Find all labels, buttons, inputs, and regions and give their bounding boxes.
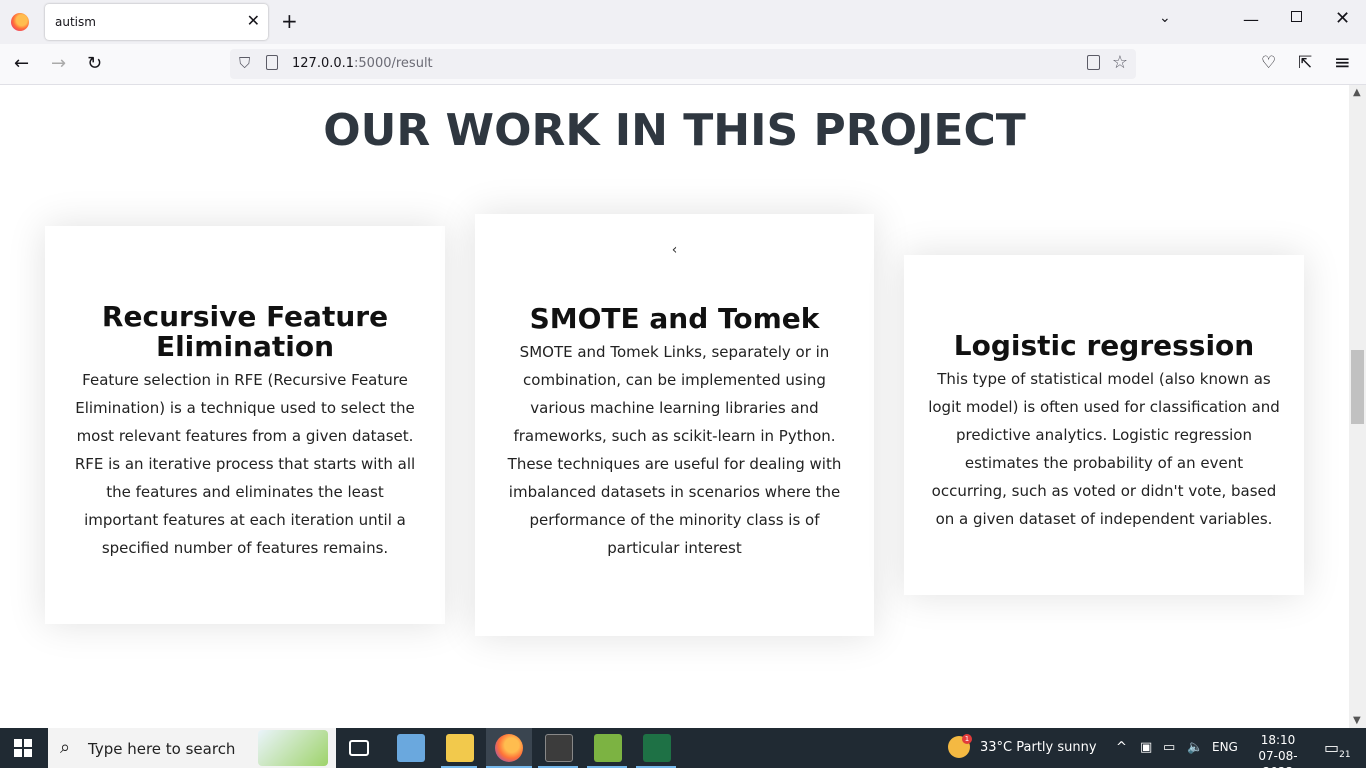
network-icon[interactable]: ▭ — [1163, 740, 1175, 755]
scroll-down-icon[interactable]: ▼ — [1353, 715, 1361, 726]
notification-count: 21 — [1339, 750, 1351, 761]
tray-overflow-icon[interactable]: ^ — [1116, 740, 1127, 755]
minimize-button[interactable]: — — [1243, 10, 1259, 29]
url-host: 127.0.0.1 — [292, 56, 355, 71]
clock-time: 18:10 — [1260, 733, 1296, 747]
clock-date: 07-08-2023 — [1258, 749, 1298, 779]
url-text[interactable]: 127.0.0.1:5000/result — [292, 56, 433, 71]
tab-title: autism — [55, 15, 96, 29]
page-info-icon[interactable] — [266, 55, 278, 70]
firefox-taskbar-icon[interactable] — [495, 734, 523, 762]
weather-text[interactable]: 33°C Partly sunny — [980, 740, 1097, 755]
card-title: SMOTE and Tomek — [529, 302, 820, 335]
card-body: This type of statistical model (also kno… — [928, 370, 1280, 528]
notification-center-icon[interactable]: ▭21 — [1324, 738, 1351, 760]
restore-button[interactable] — [1291, 11, 1302, 22]
taskbar-search-box[interactable]: ⌕ Type here to search — [48, 728, 336, 768]
clock[interactable]: 18:10 07-08-2023 — [1250, 732, 1306, 780]
chevron-left-icon[interactable]: ‹ — [501, 242, 848, 264]
pocket-icon[interactable]: ♡ — [1261, 53, 1276, 73]
card-rfe: Recursive Feature Elimination Feature se… — [45, 226, 445, 624]
card-smote: ‹ SMOTE and Tomek SMOTE and Tomek Links,… — [475, 214, 874, 636]
reader-view-icon[interactable] — [1087, 55, 1100, 70]
reload-button[interactable]: ↻ — [87, 53, 102, 74]
chart-app-icon[interactable] — [594, 734, 622, 762]
page-title: OUR WORK IN THIS PROJECT — [323, 105, 1026, 156]
back-button[interactable]: ← — [14, 53, 29, 74]
taskbar: ⌕ Type here to search 1 33°C Partly sunn… — [0, 728, 1366, 779]
scroll-up-icon[interactable]: ▲ — [1353, 87, 1361, 98]
scrollbar-thumb[interactable] — [1351, 350, 1364, 424]
file-explorer-icon[interactable] — [446, 734, 474, 762]
excel-icon[interactable] — [643, 734, 671, 762]
forward-button[interactable]: → — [51, 53, 66, 74]
menu-icon[interactable]: ≡ — [1334, 50, 1351, 74]
card-body: Feature selection in RFE (Recursive Feat… — [74, 371, 416, 557]
vertical-scrollbar[interactable]: ▲ ▼ — [1349, 85, 1366, 728]
tracking-shield-icon[interactable]: ⛉ — [239, 54, 250, 72]
navigation-bar: ← → ↻ ⛉ 127.0.0.1:5000/result ☆ ♡ ⇱ ≡ — [0, 44, 1366, 85]
card-title: Logistic regression — [953, 329, 1255, 362]
windows-start-button[interactable] — [14, 739, 32, 757]
tab-close-icon[interactable]: ✕ — [247, 11, 260, 30]
close-window-button[interactable]: ✕ — [1335, 8, 1350, 29]
card-logistic: Logistic regression This type of statist… — [904, 255, 1304, 595]
page-content: OUR WORK IN THIS PROJECT Recursive Featu… — [0, 85, 1349, 728]
language-indicator[interactable]: ENG — [1212, 740, 1238, 754]
task-view-icon[interactable] — [349, 740, 369, 756]
card-body: SMOTE and Tomek Links, separately or in … — [507, 343, 842, 557]
weather-badge: 1 — [962, 734, 972, 744]
card-title: Recursive Feature Elimination — [101, 300, 389, 363]
meet-now-icon[interactable]: ▣ — [1140, 740, 1152, 755]
volume-icon[interactable]: 🔈 — [1187, 740, 1203, 755]
remote-desktop-icon[interactable] — [397, 734, 425, 762]
search-highlight-image — [258, 730, 328, 766]
url-bar[interactable]: ⛉ 127.0.0.1:5000/result ☆ — [230, 49, 1136, 79]
search-input[interactable]: Type here to search — [88, 740, 235, 758]
extensions-icon[interactable]: ⇱ — [1298, 53, 1312, 73]
url-path: :5000/result — [354, 56, 433, 71]
search-icon: ⌕ — [60, 737, 71, 758]
bookmark-star-icon[interactable]: ☆ — [1112, 52, 1128, 73]
tab-autism[interactable]: autism ✕ — [45, 4, 268, 40]
terminal-icon[interactable] — [545, 734, 573, 762]
list-all-tabs-icon[interactable]: ⌄ — [1159, 10, 1171, 26]
new-tab-button[interactable]: + — [281, 9, 298, 33]
tab-bar: autism ✕ + ⌄ — ✕ — [0, 0, 1366, 44]
firefox-icon[interactable] — [11, 13, 29, 31]
